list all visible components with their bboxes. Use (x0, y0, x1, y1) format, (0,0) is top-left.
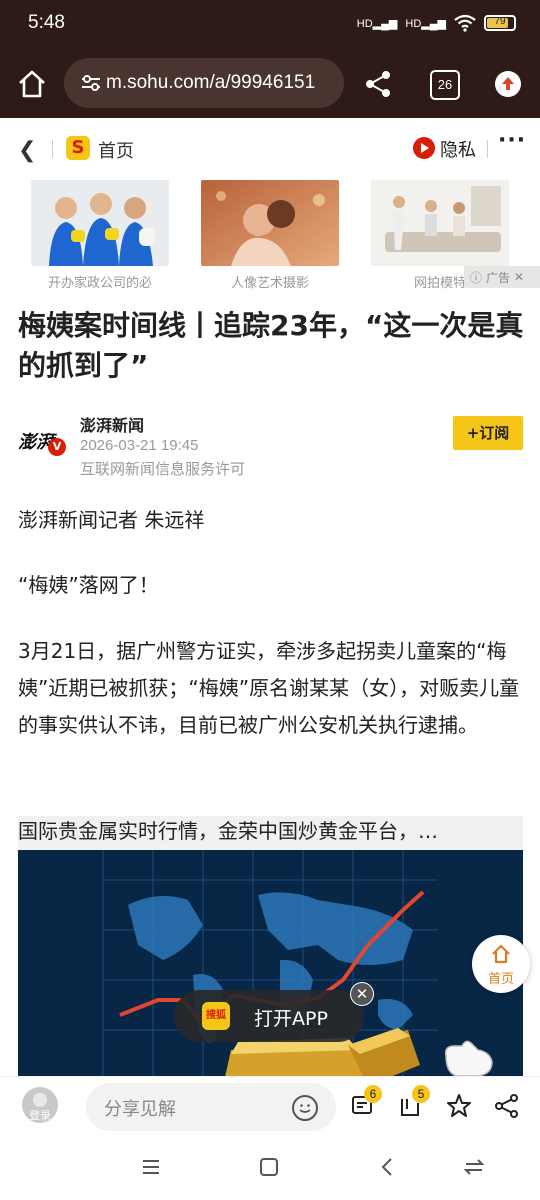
ad-image-models (371, 180, 509, 266)
url-field[interactable]: m.sohu.com/a/99946151 (64, 58, 344, 108)
signal-icon-2: HD▂▄▆ (405, 17, 446, 30)
floating-home-label: 首页 (487, 972, 514, 987)
home-square-icon[interactable] (258, 1156, 280, 1178)
verified-badge: V (48, 438, 66, 456)
comments-button[interactable]: 6 (350, 1085, 382, 1119)
article-title: 梅姨案时间线丨追踪23年，“这一次是真的抓到了” (18, 309, 524, 382)
floating-home-button[interactable]: 首页 (472, 935, 530, 993)
ad-image-housekeeping (31, 180, 169, 266)
comment-count-badge: 6 (364, 1085, 382, 1103)
comment-input[interactable]: 分享见解 (86, 1083, 336, 1131)
back-icon[interactable]: ❮ (18, 138, 36, 163)
comment-placeholder: 分享见解 (104, 1099, 176, 1120)
sohu-app-icon: 搜狐 (202, 1002, 230, 1030)
home-icon (492, 944, 510, 964)
ad-image-portrait (201, 180, 339, 266)
browser-toolbar: m.sohu.com/a/99946151 26 (0, 50, 540, 118)
site-settings-icon[interactable] (76, 73, 106, 93)
home-icon[interactable] (14, 66, 50, 102)
signal-label-2: HD (405, 17, 422, 30)
login-label: 登录 (29, 1109, 51, 1122)
bottom-toolbar: 登录 分享见解 6 5 (0, 1076, 540, 1137)
wifi-icon (454, 14, 476, 32)
more-options-icon[interactable]: ··· (498, 128, 526, 153)
battery-icon: 79 (484, 15, 516, 31)
ad-caption: 开办家政公司的必 (47, 276, 152, 291)
article-paragraph: 3月21日，据广州警方证实，牵涉多起拐卖儿童案的“梅姨”近期已被抓获；“梅姨”原… (18, 639, 520, 737)
ad-badge[interactable]: ⓘ 广告 ✕ (464, 266, 540, 288)
ad-caption: 人像艺术摄影 (230, 276, 309, 291)
privacy-link[interactable]: 隐私 (440, 136, 476, 162)
divider (52, 140, 53, 158)
license-text[interactable]: 互联网新闻信息服务许可 (80, 458, 245, 479)
pointing-hand-icon (444, 1040, 493, 1076)
subscribe-button[interactable]: +订阅 (453, 416, 523, 450)
collect-count-badge: 5 (412, 1085, 430, 1103)
ad-info-icon: ⓘ (470, 270, 483, 285)
signal-icon: HD▂▄▆ (356, 17, 398, 30)
emoji-icon[interactable] (292, 1095, 318, 1121)
status-bar: 5:48 HD▂▄▆ HD▂▄▆ 79 (0, 0, 540, 50)
site-nav: ❮ S 首页 隐私 ··· (0, 118, 540, 180)
signal-label: HD (356, 17, 373, 30)
share-icon (495, 1094, 518, 1118)
star-icon (447, 1094, 471, 1117)
system-navigation-bar (0, 1136, 540, 1200)
author-row: 澎湃 V 澎湃新闻 2026-03-21 19:45 互联网新闻信息服务许可 (18, 410, 528, 480)
battery-level: 79 (494, 16, 506, 27)
nav-home-link[interactable]: 首页 (98, 137, 134, 163)
divider (487, 140, 488, 158)
close-icon[interactable]: ✕ (350, 982, 374, 1006)
url-text: m.sohu.com/a/99946151 (106, 72, 316, 93)
collect-button[interactable]: 5 (398, 1085, 430, 1119)
ad-item[interactable]: 人像艺术摄影 (201, 180, 339, 291)
ad-carousel: 开办家政公司的必 人像艺术摄影 网拍模特 (0, 180, 540, 291)
publish-date: 2026-03-21 19:45 (80, 437, 199, 454)
ad-close-icon[interactable]: ✕ (514, 270, 524, 284)
share-article-button[interactable] (494, 1093, 520, 1119)
status-time: 5:48 (28, 12, 65, 33)
ad-item[interactable]: 开办家政公司的必 (31, 180, 169, 291)
open-app-label: 打开APP (254, 1008, 328, 1030)
login-avatar[interactable]: 登录 (22, 1087, 58, 1123)
menu-icon[interactable] (140, 1156, 162, 1178)
ad-badge-label: 广告 (486, 270, 511, 285)
share-icon[interactable] (362, 68, 394, 100)
back-nav-icon[interactable] (376, 1156, 398, 1178)
rotate-icon[interactable] (462, 1156, 486, 1178)
update-icon[interactable] (495, 71, 521, 97)
article-paragraph: “梅姨”落网了！ (18, 573, 159, 597)
status-icons: HD▂▄▆ HD▂▄▆ 79 (357, 14, 516, 32)
inline-ad-title: 国际贵金属实时行情，金荣中国炒黄金平台，… (18, 816, 523, 850)
article-paragraph: 澎湃新闻记者 朱远祥 (18, 508, 205, 532)
tab-switcher-button[interactable]: 26 (430, 70, 460, 100)
sohu-logo[interactable]: S (66, 136, 90, 160)
privacy-icon[interactable] (413, 137, 435, 159)
favorite-button[interactable] (446, 1093, 472, 1119)
author-name[interactable]: 澎湃新闻 (80, 412, 144, 436)
open-app-button[interactable]: 搜狐 打开APP ✕ (174, 982, 374, 1042)
